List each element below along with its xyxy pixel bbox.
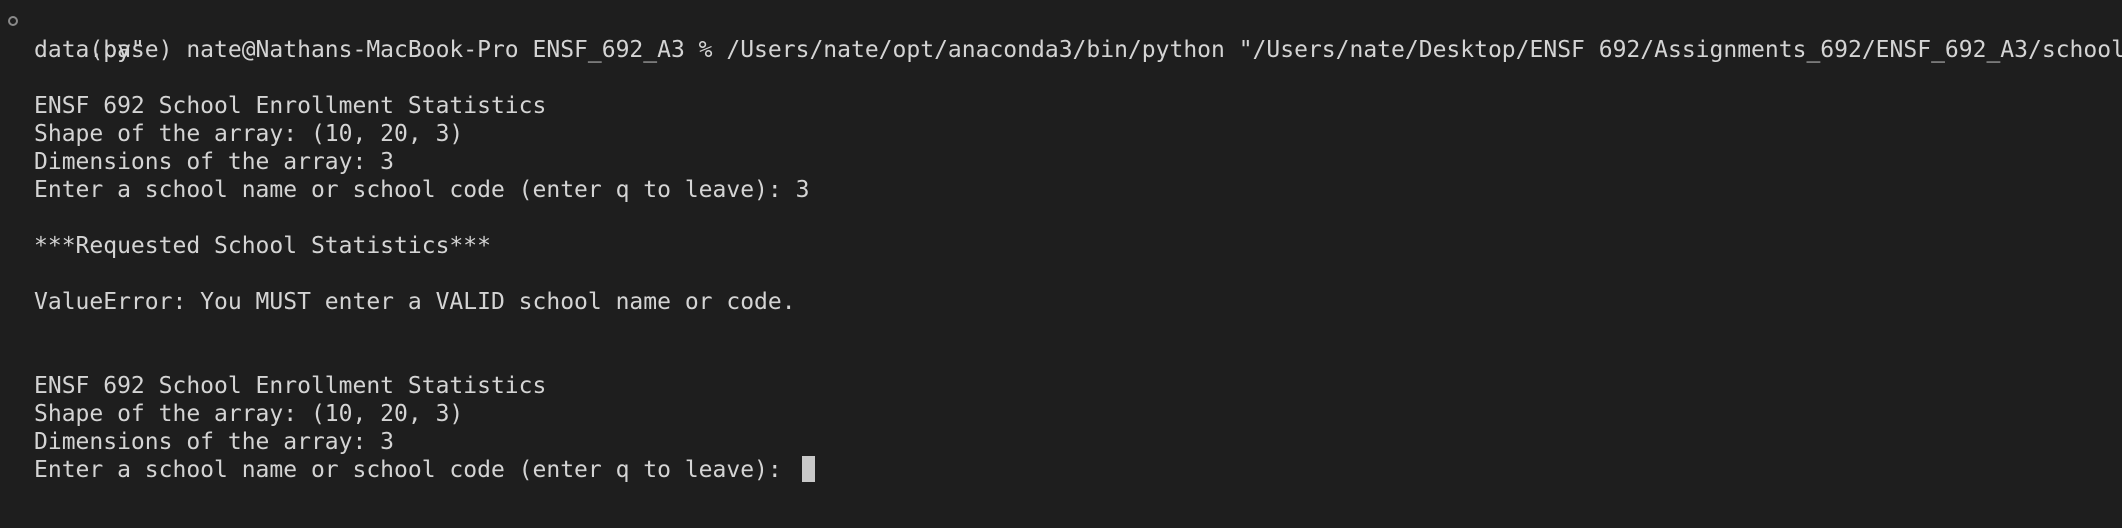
error-message: ValueError: You MUST enter a VALID schoo… [34,289,796,315]
command-line: (base) nate@Nathans-MacBook-Pro ENSF_692… [0,8,2122,63]
output-shape: Shape of the array: (10, 20, 3) [34,121,464,147]
output-title: ENSF 692 School Enrollment Statistics [34,93,547,119]
text-cursor[interactable] [801,456,815,482]
command-line-wrap: data.py" [34,37,145,63]
input-prompt-active[interactable]: Enter a school name or school code (ente… [0,456,2122,484]
requested-stats-header: ***Requested School Statistics*** [34,233,491,259]
input-prompt: Enter a school name or school code (ente… [34,177,810,203]
terminal-output[interactable]: (base) nate@Nathans-MacBook-Pro ENSF_692… [0,0,2122,528]
input-prompt-text: Enter a school name or school code (ente… [34,457,796,483]
command-status-circle-icon[interactable] [8,16,18,26]
output-title: ENSF 692 School Enrollment Statistics [34,373,547,399]
output-dimensions: Dimensions of the array: 3 [34,149,395,175]
output-shape: Shape of the array: (10, 20, 3) [34,401,464,427]
output-dimensions: Dimensions of the array: 3 [34,429,395,455]
